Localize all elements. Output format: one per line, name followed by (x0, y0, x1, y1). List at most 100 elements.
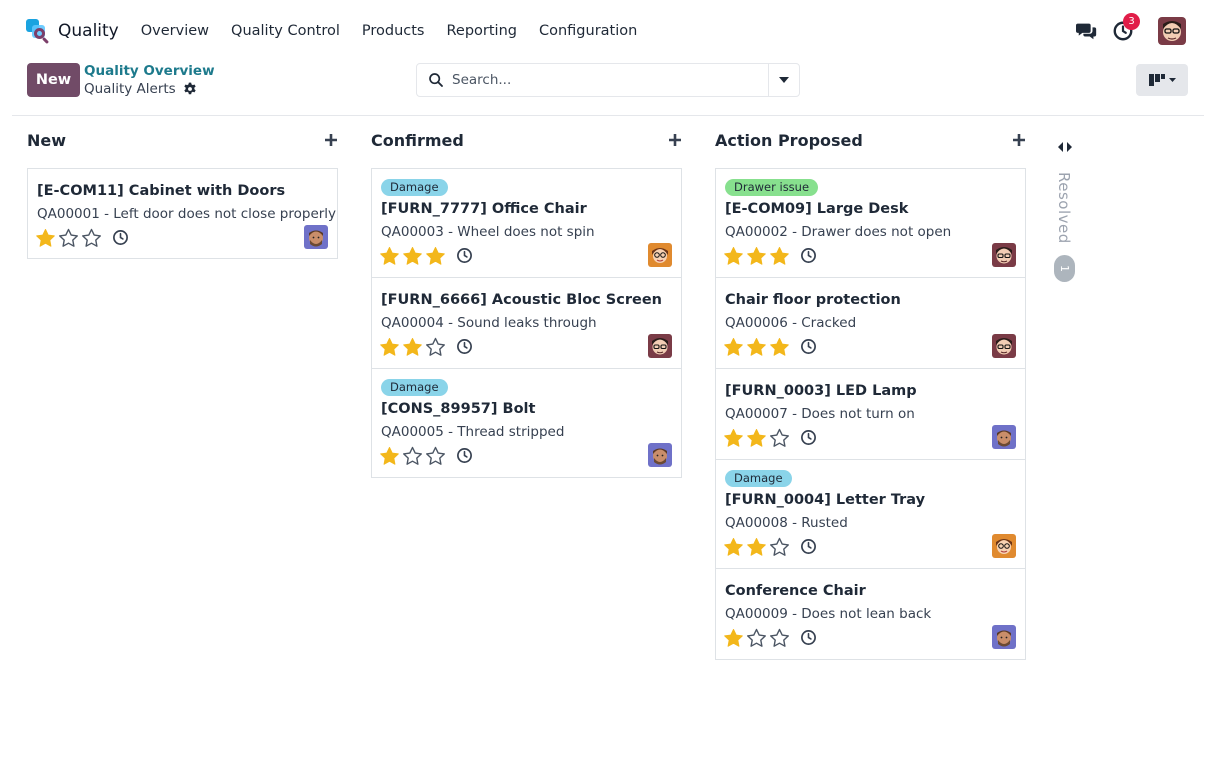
star-filled-icon[interactable] (723, 428, 744, 448)
kanban-card[interactable]: [FURN_0003] LED Lamp QA00007 - Does not t… (715, 368, 1026, 460)
kanban-card[interactable]: Chair floor protection QA00006 - Cracked (715, 277, 1026, 369)
assignee-avatar[interactable] (648, 243, 672, 267)
star-filled-icon[interactable] (746, 428, 767, 448)
column-action-proposed-cards: Drawer issue [E-COM09] Large Desk QA00002 … (715, 168, 1026, 660)
activity-clock-icon[interactable] (800, 629, 817, 646)
activity-clock-icon[interactable] (456, 338, 473, 355)
chat-icon[interactable] (1076, 20, 1098, 42)
unfold-column-icon[interactable] (1057, 141, 1073, 153)
card-title: [FURN_0004] Letter Tray (725, 492, 926, 508)
header-divider (12, 115, 1204, 116)
top-navbar: Quality Overview Quality Control Product… (0, 0, 1214, 62)
folded-column-count: 1 (1054, 255, 1075, 282)
activity-clock-icon[interactable] (456, 247, 473, 264)
star-filled-icon[interactable] (746, 537, 767, 557)
priority-stars (723, 537, 792, 557)
card-subtitle: QA00007 - Does not turn on (725, 406, 915, 422)
priority-stars (723, 628, 792, 648)
column-confirmed-cards: Damage [FURN_7777] Office Chair QA00003 - … (371, 168, 682, 478)
kanban-card[interactable]: Damage [FURN_7777] Office Chair QA00003 - … (371, 168, 682, 278)
add-card-confirmed-icon[interactable] (667, 132, 683, 148)
column-new-cards: [E-COM11] Cabinet with Doors QA00001 - Le… (27, 168, 338, 259)
assignee-avatar[interactable] (992, 625, 1016, 649)
star-filled-icon[interactable] (379, 446, 400, 466)
star-empty-icon[interactable] (425, 337, 446, 357)
star-empty-icon[interactable] (746, 628, 767, 648)
star-empty-icon[interactable] (58, 228, 79, 248)
card-subtitle: QA00003 - Wheel does not spin (381, 224, 595, 240)
assignee-avatar[interactable] (648, 334, 672, 358)
add-card-new-icon[interactable] (323, 132, 339, 148)
star-filled-icon[interactable] (769, 246, 790, 266)
priority-stars (379, 246, 448, 266)
add-card-action-proposed-icon[interactable] (1011, 132, 1027, 148)
menu-configuration[interactable]: Configuration (539, 23, 637, 39)
card-subtitle: QA00002 - Drawer does not open (725, 224, 952, 240)
star-empty-icon[interactable] (769, 628, 790, 648)
card-title: [FURN_6666] Acoustic Bloc Screen (381, 292, 662, 308)
user-avatar[interactable] (1158, 17, 1186, 45)
star-filled-icon[interactable] (402, 337, 423, 357)
card-subtitle: QA00004 - Sound leaks through (381, 315, 597, 331)
star-empty-icon[interactable] (425, 446, 446, 466)
menu-reporting[interactable]: Reporting (446, 23, 517, 39)
activity-clock-icon[interactable] (800, 538, 817, 555)
star-filled-icon[interactable] (723, 537, 744, 557)
priority-stars (723, 428, 792, 448)
card-title: Chair floor protection (725, 292, 901, 308)
star-filled-icon[interactable] (35, 228, 56, 248)
search-icon (429, 73, 443, 87)
card-title: Conference Chair (725, 583, 866, 599)
search-options-toggle[interactable] (768, 64, 799, 96)
assignee-avatar[interactable] (992, 243, 1016, 267)
assignee-avatar[interactable] (992, 425, 1016, 449)
activity-clock-icon[interactable] (800, 429, 817, 446)
card-title: [FURN_0003] LED Lamp (725, 383, 917, 399)
column-header-action-proposed: Action Proposed (715, 131, 863, 150)
gear-icon[interactable] (183, 82, 197, 96)
card-subtitle: QA00001 - Left door does not close prope… (37, 206, 337, 222)
breadcrumb-quality-overview[interactable]: Quality Overview (84, 63, 215, 79)
star-filled-icon[interactable] (379, 337, 400, 357)
kanban-card[interactable]: [FURN_6666] Acoustic Bloc Screen QA00004 … (371, 277, 682, 369)
new-button[interactable]: New (27, 63, 80, 97)
kanban-view-icon (1149, 74, 1176, 86)
folded-column-resolved[interactable]: Resolved (1055, 172, 1073, 244)
kanban-card[interactable]: Conference Chair QA00009 - Does not lean … (715, 568, 1026, 660)
star-empty-icon[interactable] (769, 537, 790, 557)
assignee-avatar[interactable] (648, 443, 672, 467)
activity-button[interactable]: 3 (1112, 13, 1140, 42)
assignee-avatar[interactable] (304, 225, 328, 249)
star-filled-icon[interactable] (746, 337, 767, 357)
star-empty-icon[interactable] (81, 228, 102, 248)
search-input[interactable] (452, 65, 768, 95)
activity-clock-icon[interactable] (456, 447, 473, 464)
quality-app-icon[interactable] (24, 18, 50, 45)
star-filled-icon[interactable] (402, 246, 423, 266)
star-empty-icon[interactable] (769, 428, 790, 448)
menu-quality-control[interactable]: Quality Control (231, 23, 340, 39)
kanban-card[interactable]: Damage [CONS_89957] Bolt QA00005 - Thread … (371, 368, 682, 478)
card-subtitle: QA00009 - Does not lean back (725, 606, 932, 622)
star-filled-icon[interactable] (723, 337, 744, 357)
menu-overview[interactable]: Overview (141, 23, 209, 39)
star-filled-icon[interactable] (379, 246, 400, 266)
star-filled-icon[interactable] (723, 246, 744, 266)
assignee-avatar[interactable] (992, 534, 1016, 558)
card-tag: Drawer issue (725, 179, 819, 196)
kanban-card[interactable]: [E-COM11] Cabinet with Doors QA00001 - Le… (27, 168, 338, 259)
activity-clock-icon[interactable] (800, 338, 817, 355)
star-empty-icon[interactable] (402, 446, 423, 466)
kanban-view-switcher[interactable] (1136, 64, 1188, 96)
activity-clock-icon[interactable] (800, 247, 817, 264)
activity-clock-icon[interactable] (112, 229, 129, 246)
assignee-avatar[interactable] (992, 334, 1016, 358)
kanban-card[interactable]: Damage [FURN_0004] Letter Tray QA00008 - R… (715, 459, 1026, 569)
kanban-card[interactable]: Drawer issue [E-COM09] Large Desk QA00002 … (715, 168, 1026, 278)
star-filled-icon[interactable] (425, 246, 446, 266)
star-filled-icon[interactable] (746, 246, 767, 266)
star-filled-icon[interactable] (723, 628, 744, 648)
menu-products[interactable]: Products (362, 23, 425, 39)
app-name[interactable]: Quality (58, 21, 119, 41)
star-filled-icon[interactable] (769, 337, 790, 357)
